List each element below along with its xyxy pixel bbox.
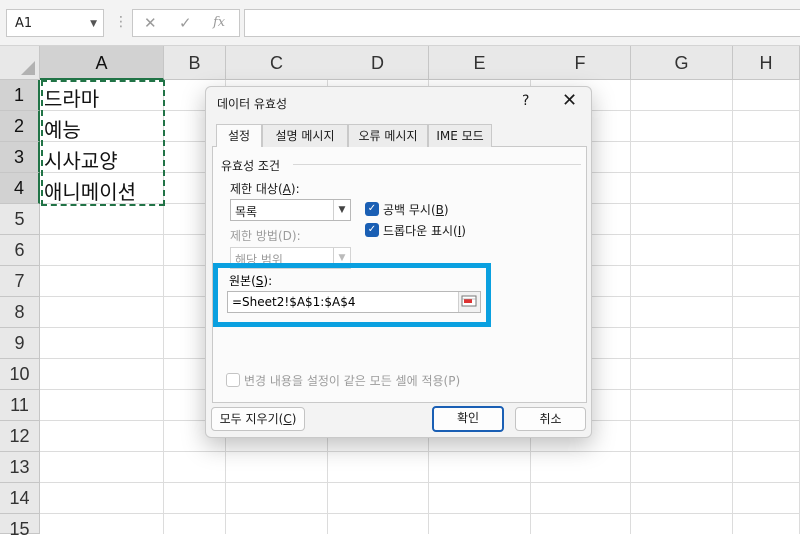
row-header-7[interactable]: 7 (0, 266, 40, 297)
ignore-blank-checkbox[interactable]: ✓ (365, 202, 379, 216)
allow-select-value: 목록 (235, 205, 258, 219)
tab-error-alert[interactable]: 오류 메시지 (348, 124, 428, 147)
data-validation-dialog: 데이터 유효성 ? ✕ 설정 설명 메시지 오류 메시지 IME 모드 유효성 … (205, 86, 592, 438)
source-label: 원본(S): (229, 272, 272, 289)
ignore-blank-label-text: 공백 무시( (383, 203, 436, 217)
row-header-4[interactable]: 4 (0, 173, 40, 204)
ok-button[interactable]: 확인 (432, 406, 504, 432)
row-header-15[interactable]: 15 (0, 514, 40, 539)
row-header-9[interactable]: 9 (0, 328, 40, 359)
copy-marquee (41, 80, 165, 206)
formula-bar-separator: ⋮ (114, 14, 128, 30)
row-header-10[interactable]: 10 (0, 359, 40, 390)
grid-row-line (40, 513, 800, 514)
row-header-2[interactable]: 2 (0, 111, 40, 142)
column-header-c[interactable]: C (226, 46, 328, 80)
formula-input[interactable] (244, 9, 800, 37)
chevron-down-icon: ▼ (333, 200, 350, 220)
column-header-g[interactable]: G (631, 46, 733, 80)
allow-label-key: A (282, 182, 291, 196)
help-icon[interactable]: ? (522, 93, 529, 109)
clear-all-button[interactable]: 모두 지우기(C) (211, 407, 305, 431)
column-header-f[interactable]: F (530, 46, 631, 80)
tab-ime-mode[interactable]: IME 모드 (428, 124, 492, 147)
apply-to-all-checkbox[interactable] (226, 373, 240, 387)
tab-input-message[interactable]: 설명 메시지 (262, 124, 348, 147)
source-label-suffix: ): (263, 274, 273, 288)
row-header-12[interactable]: 12 (0, 421, 40, 452)
row-header-1[interactable]: 1 (0, 80, 40, 111)
cancel-icon[interactable]: ✕ (144, 14, 157, 32)
clear-all-button-key: C (283, 412, 292, 426)
source-input[interactable]: =Sheet2!$A$1:$A$4 (227, 291, 481, 313)
section-divider (293, 164, 581, 165)
ignore-blank-label: 공백 무시(B) (383, 201, 449, 218)
row-header-11[interactable]: 11 (0, 390, 40, 421)
section-title: 유효성 조건 (221, 159, 281, 173)
grid-row-line (40, 451, 800, 452)
cancel-button[interactable]: 취소 (515, 407, 586, 431)
select-all-triangle-icon (21, 61, 35, 75)
tab-settings[interactable]: 설정 (216, 124, 262, 148)
dialog-title: 데이터 유효성 (217, 97, 288, 111)
column-header-h[interactable]: H (733, 46, 800, 80)
column-header-e[interactable]: E (429, 46, 531, 80)
apply-to-all-label: 변경 내용을 설정이 같은 모든 셀에 적용(P) (244, 374, 461, 388)
row-header-8[interactable]: 8 (0, 297, 40, 328)
row-header-5[interactable]: 5 (0, 204, 40, 235)
chevron-down-icon[interactable]: ▼ (90, 19, 97, 29)
source-label-text: 원본( (229, 274, 256, 288)
row-header-3[interactable]: 3 (0, 142, 40, 173)
column-header-d[interactable]: D (327, 46, 429, 80)
ignore-blank-label-key: B (435, 203, 444, 217)
allow-label: 제한 대상(A): (230, 180, 300, 197)
grid-column-line (630, 80, 631, 534)
in-cell-dropdown-label-suffix: ) (461, 224, 466, 238)
clear-all-button-suffix: ) (291, 412, 297, 426)
name-box-value: A1 (15, 16, 33, 31)
close-icon[interactable]: ✕ (562, 90, 577, 111)
allow-label-suffix: ): (290, 182, 300, 196)
source-input-value: =Sheet2!$A$1:$A$4 (232, 295, 356, 309)
in-cell-dropdown-label-text: 드롭다운 표시( (383, 224, 458, 238)
allow-label-text: 제한 대상( (230, 182, 283, 196)
column-header-a[interactable]: A (40, 46, 164, 80)
row-header-13[interactable]: 13 (0, 452, 40, 483)
grid-row-line (40, 482, 800, 483)
dialog-tabs: 설정 설명 메시지 오류 메시지 IME 모드 (212, 124, 587, 148)
allow-select[interactable]: 목록 ▼ (230, 199, 351, 221)
row-header-6[interactable]: 6 (0, 235, 40, 266)
ignore-blank-label-suffix: ) (443, 203, 449, 217)
column-header-b[interactable]: B (164, 46, 226, 80)
collapse-range-icon[interactable] (458, 292, 480, 312)
formula-buttons: ✕ ✓ fx (132, 9, 240, 37)
grid-column-line (732, 80, 733, 534)
range-selector-icon (461, 295, 477, 307)
insert-function-icon[interactable]: fx (213, 15, 225, 30)
in-cell-dropdown-checkbox[interactable]: ✓ (365, 223, 379, 237)
row-header-14[interactable]: 14 (0, 483, 40, 514)
clear-all-button-text: 모두 지우기( (219, 412, 284, 426)
data-label: 제한 방법(D): (230, 229, 301, 243)
select-all-button[interactable] (0, 46, 40, 80)
in-cell-dropdown-label: 드롭다운 표시(I) (383, 222, 466, 239)
name-box[interactable]: A1 ▼ (6, 9, 104, 37)
enter-icon[interactable]: ✓ (179, 14, 192, 32)
